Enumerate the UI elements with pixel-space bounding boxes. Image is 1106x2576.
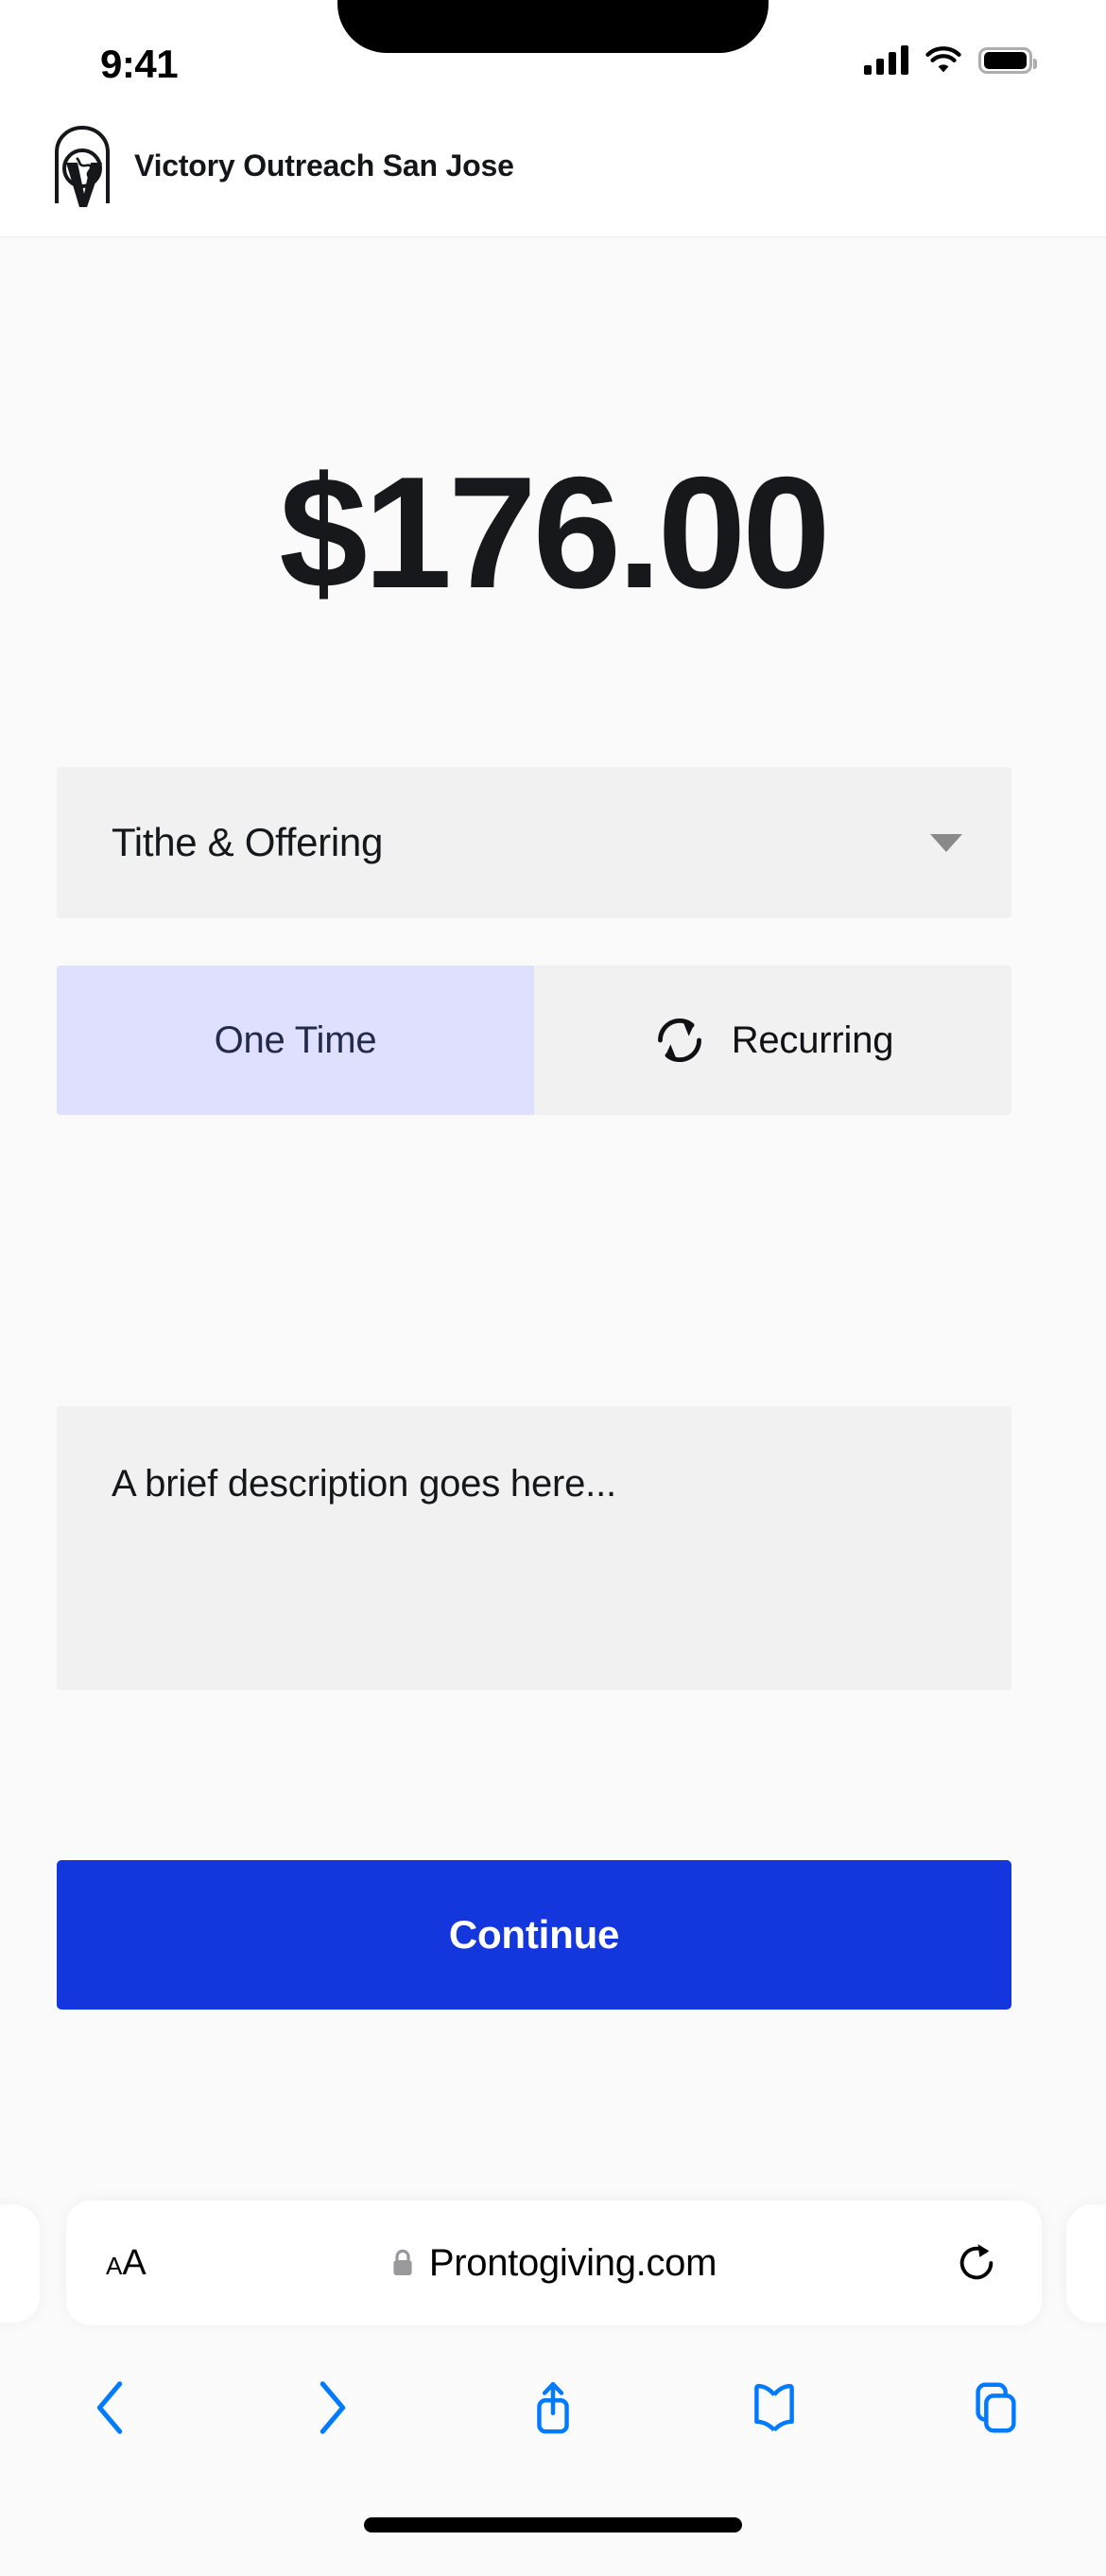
dynamic-island xyxy=(337,0,769,53)
donation-amount: $176.00 xyxy=(279,444,830,621)
church-arch-globe-logo xyxy=(55,125,110,207)
description-value: A brief description goes here... xyxy=(112,1463,616,1505)
phone-screen: $176.00 Tithe & Offering One Time Recurr… xyxy=(0,0,1106,2576)
bookmarks-button[interactable] xyxy=(664,2378,885,2437)
chevron-right-icon xyxy=(320,2381,346,2434)
continue-button[interactable]: Continue xyxy=(57,1860,1011,2010)
book-icon xyxy=(754,2383,794,2432)
frequency-option-recurring[interactable]: Recurring xyxy=(534,966,1011,1115)
url-text: Prontogiving.com xyxy=(428,2241,717,2284)
frequency-option-one-time-label: One Time xyxy=(214,1018,377,1061)
text-size-large-a: A xyxy=(122,2242,147,2283)
tab-peek-previous[interactable] xyxy=(0,2204,40,2323)
url-display: Prontogiving.com xyxy=(66,2242,1042,2285)
chevron-left-icon xyxy=(96,2381,123,2434)
recurring-arrows-icon xyxy=(657,1018,701,1063)
site-header: Victory Outreach San Jose xyxy=(0,95,1106,236)
frequency-option-one-time[interactable]: One Time xyxy=(57,966,534,1115)
safari-chrome: A A Prontogiving.com xyxy=(0,2150,1106,2576)
status-indicators xyxy=(864,44,1037,78)
tabs-icon xyxy=(976,2382,1016,2433)
status-bar: 9:41 xyxy=(0,0,1106,95)
wifi-icon xyxy=(925,46,961,73)
fund-select[interactable]: Tithe & Offering xyxy=(57,767,1011,918)
donation-page-body: $176.00 Tithe & Offering One Time Recurr… xyxy=(0,236,1106,2150)
frequency-toggle: One Time Recurring xyxy=(57,966,1011,1115)
fund-select-value: Tithe & Offering xyxy=(112,820,384,864)
text-size-small-a: A xyxy=(106,2251,123,2280)
reload-icon[interactable] xyxy=(955,2241,998,2285)
home-indicator xyxy=(364,2517,742,2532)
org-name: Victory Outreach San Jose xyxy=(134,148,514,183)
tabs-button[interactable] xyxy=(885,2378,1106,2437)
safari-toolbar xyxy=(0,2351,1106,2464)
lock-icon xyxy=(393,2249,412,2275)
description-input[interactable]: A brief description goes here... xyxy=(57,1406,1011,1690)
status-time: 9:41 xyxy=(100,42,179,86)
tab-peek-next[interactable] xyxy=(1066,2204,1106,2323)
signal-bars-icon xyxy=(864,45,908,75)
forward-button[interactable] xyxy=(221,2378,442,2437)
text-size-icon[interactable]: A A xyxy=(106,2243,147,2284)
share-button[interactable] xyxy=(442,2378,664,2437)
chevron-down-icon xyxy=(930,833,962,852)
frequency-option-recurring-label: Recurring xyxy=(731,1018,894,1061)
url-bar[interactable]: A A Prontogiving.com xyxy=(66,2201,1042,2325)
back-button[interactable] xyxy=(0,2378,221,2437)
battery-full-icon xyxy=(978,47,1037,74)
share-icon xyxy=(537,2381,569,2434)
